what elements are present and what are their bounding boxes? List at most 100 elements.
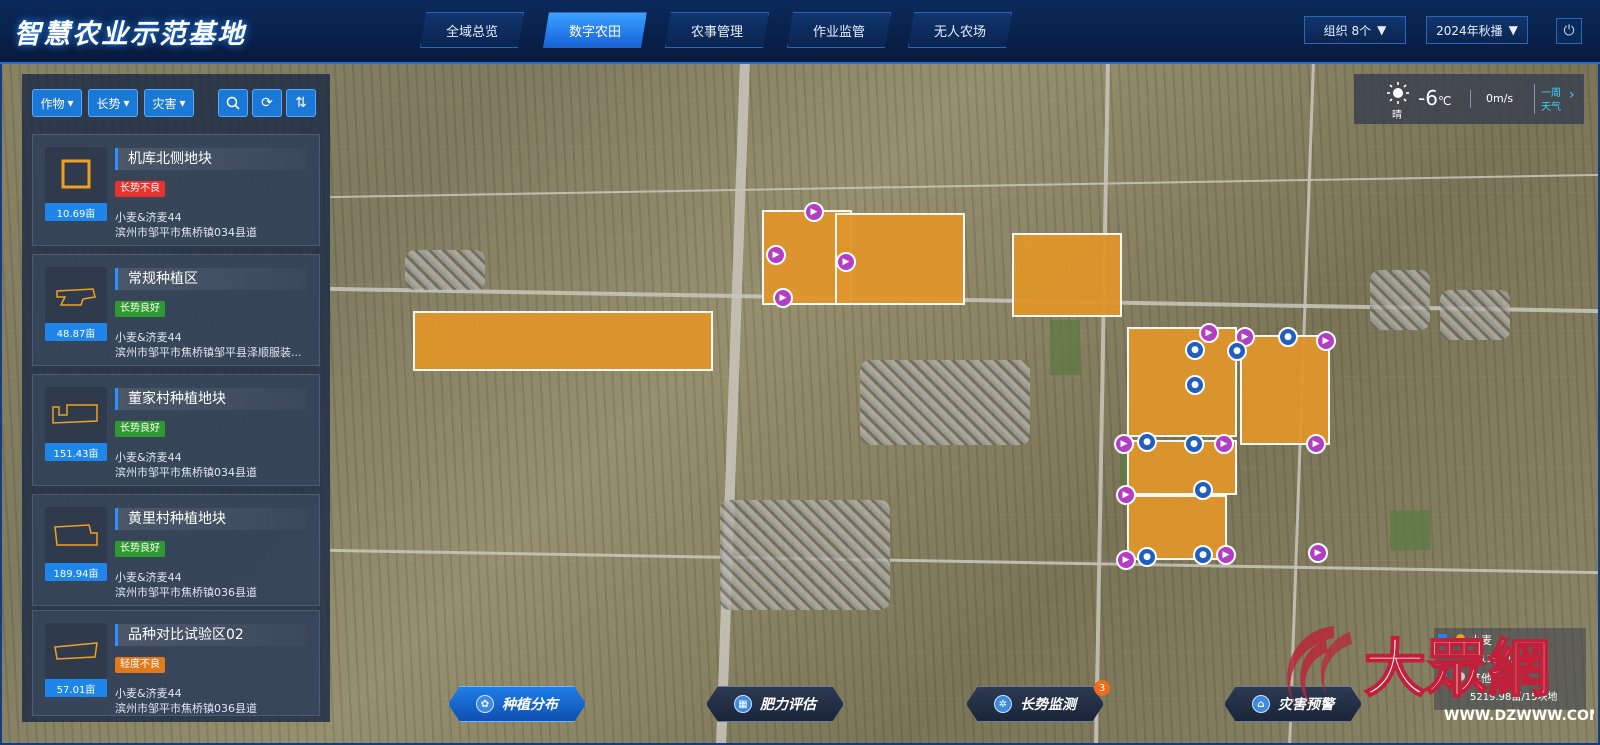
fertility-assessment-button[interactable]: ▦ 肥力评估 [706,686,844,722]
status-badge: 长势良好 [115,421,165,437]
tab-operation-supervision[interactable]: 作业监管 [787,12,891,48]
plot-list-panel: 作物 ▾ 长势 ▾ 灾害 ▾ ⟳ ⇅ 10.69亩 机库北侧地块 长势不良 小麦&济麦… [22,74,330,722]
plot-area: 151.43亩 [45,443,107,461]
plot-card[interactable]: 48.87亩 常规种植区 长势良好 小麦&济麦44 滨州市邹平市焦桥镇邹平县泽顺… [32,254,320,366]
org-select[interactable]: 组织 8个 ▼ [1304,16,1406,44]
plot-crop: 小麦&济麦44 [115,571,182,584]
sensor-marker-icon[interactable]: ● [1185,340,1205,360]
refresh-icon[interactable]: ⟳ [252,89,282,117]
sensor-marker-icon[interactable]: ● [1193,545,1213,565]
sensor-marker-icon[interactable]: ● [1137,432,1157,452]
growth-filter-label: 长势 [96,96,121,111]
sensor-marker-icon[interactable]: ● [1137,547,1157,567]
crop-filter-label: 作物 [40,96,65,111]
plot-name: 黄里村种植地块 [115,508,307,530]
crop-field[interactable] [1240,335,1330,445]
search-icon[interactable] [218,89,248,117]
sensor-marker-icon[interactable]: ● [1185,375,1205,395]
map-road [330,548,1600,575]
status-badge: 长势不良 [115,181,165,197]
svg-text:WWW.DZWWW.COM: WWW.DZWWW.COM [1444,708,1594,724]
org-select-label: 组织 8个 [1323,23,1372,38]
map-green-field [1050,320,1080,375]
growth-filter-dropdown[interactable]: 长势 ▾ [88,89,138,117]
plot-area: 48.87亩 [45,323,107,341]
sensor-marker-icon[interactable]: ● [1278,327,1298,347]
status-badge: 长势良好 [115,301,165,317]
power-icon[interactable]: ⏻ [1556,18,1582,44]
status-badge: 长势良好 [115,541,165,557]
weather-widget: 晴 -6℃ 0m/s 一周 天气 › [1354,74,1584,124]
tab-farm-affairs[interactable]: 农事管理 [665,12,769,48]
map-village [720,500,890,610]
sensor-marker-icon[interactable]: ● [1227,341,1247,361]
crop-field[interactable] [413,311,713,371]
week-weather-link[interactable]: 一周 天气 › [1534,84,1579,114]
camera-marker-icon[interactable]: ▶ [1199,323,1219,343]
plot-card[interactable]: 151.43亩 董家村种植地块 长势良好 小麦&济麦44 滨州市邹平市焦桥镇03… [32,374,320,486]
weather-divider [1470,90,1471,108]
season-select-label: 2024年秋播 [1436,23,1503,38]
plot-address: 滨州市邹平市焦桥镇034县道 [115,226,257,239]
chevron-right-icon: › [1569,87,1575,103]
crop-field[interactable] [1127,327,1237,437]
plot-area: 10.69亩 [45,203,107,221]
plot-address: 滨州市邹平市焦桥镇036县道 [115,586,257,599]
plot-crop: 小麦&济麦44 [115,331,182,344]
map-village [405,250,485,290]
sun-icon [1387,82,1409,104]
sensor-marker-icon[interactable]: ● [1193,480,1213,500]
caret-down-icon: ▾ [123,96,130,110]
bottom-tab-label: 肥力评估 [760,697,816,713]
camera-marker-icon[interactable]: ▶ [836,252,856,272]
plot-card[interactable]: 57.01亩 品种对比试验区02 轻度不良 小麦&济麦44 滨州市邹平市焦桥镇0… [32,610,320,716]
top-header: 智慧农业示范基地 全域总览 数字农田 农事管理 作业监管 无人农场 组织 8个 … [0,0,1600,64]
week-weather-line2: 天气 [1541,102,1561,113]
camera-marker-icon[interactable]: ▶ [804,202,824,222]
plot-name: 董家村种植地块 [115,388,307,410]
caret-down-icon: ▾ [67,96,74,110]
planting-distribution-button[interactable]: ✿ 种植分布 [448,686,586,722]
crop-field[interactable] [1012,233,1122,317]
camera-marker-icon[interactable]: ▶ [1308,543,1328,563]
season-select[interactable]: 2024年秋播 ▼ [1426,16,1528,44]
plot-card[interactable]: 10.69亩 机库北侧地块 长势不良 小麦&济麦44 滨州市邹平市焦桥镇034县… [32,134,320,246]
disaster-filter-dropdown[interactable]: 灾害 ▾ [144,89,194,117]
camera-marker-icon[interactable]: ▶ [1116,485,1136,505]
map-village [1440,290,1510,340]
temperature: -6℃ [1418,86,1451,110]
plot-name: 常规种植区 [115,268,307,290]
weather-condition: 晴 [1392,110,1402,121]
plot-area: 57.01亩 [45,679,107,697]
plot-crop: 小麦&济麦44 [115,451,182,464]
map-green-field [1390,510,1430,550]
bottom-tab-label: 种植分布 [502,697,558,713]
map-road [1094,62,1110,745]
page-title: 智慧农业示范基地 [14,19,246,50]
map-road [330,173,1600,199]
tab-overview[interactable]: 全域总览 [420,12,524,48]
plot-address: 滨州市邹平市焦桥镇邹平县泽顺服装... [115,346,302,359]
plot-crop: 小麦&济麦44 [115,211,182,224]
status-badge: 轻度不良 [115,657,165,673]
camera-marker-icon[interactable]: ▶ [1216,545,1236,565]
plot-address: 滨州市邹平市焦桥镇034县道 [115,466,257,479]
bottom-tab-label: 长势监测 [1020,697,1076,713]
plot-card[interactable]: 189.94亩 黄里村种植地块 长势良好 小麦&济麦44 滨州市邹平市焦桥镇03… [32,494,320,606]
camera-marker-icon[interactable]: ▶ [1306,434,1326,454]
sort-icon[interactable]: ⇅ [286,89,316,117]
growth-monitoring-button[interactable]: ✲ 长势监测 [966,686,1104,722]
tab-digital-farmland[interactable]: 数字农田 [543,12,647,48]
camera-marker-icon[interactable]: ▶ [1214,434,1234,454]
svg-text:大眾網: 大眾網 [1364,632,1550,705]
camera-marker-icon[interactable]: ▶ [1316,331,1336,351]
camera-marker-icon[interactable]: ▶ [1116,550,1136,570]
tab-unmanned-farm[interactable]: 无人农场 [908,12,1012,48]
crop-filter-dropdown[interactable]: 作物 ▾ [32,89,82,117]
camera-marker-icon[interactable]: ▶ [1114,434,1134,454]
chevron-down-icon: ▼ [1508,23,1518,37]
camera-marker-icon[interactable]: ▶ [773,288,793,308]
sensor-marker-icon[interactable]: ● [1184,434,1204,454]
camera-marker-icon[interactable]: ▶ [766,245,786,265]
wind-speed: 0m/s [1486,92,1514,105]
